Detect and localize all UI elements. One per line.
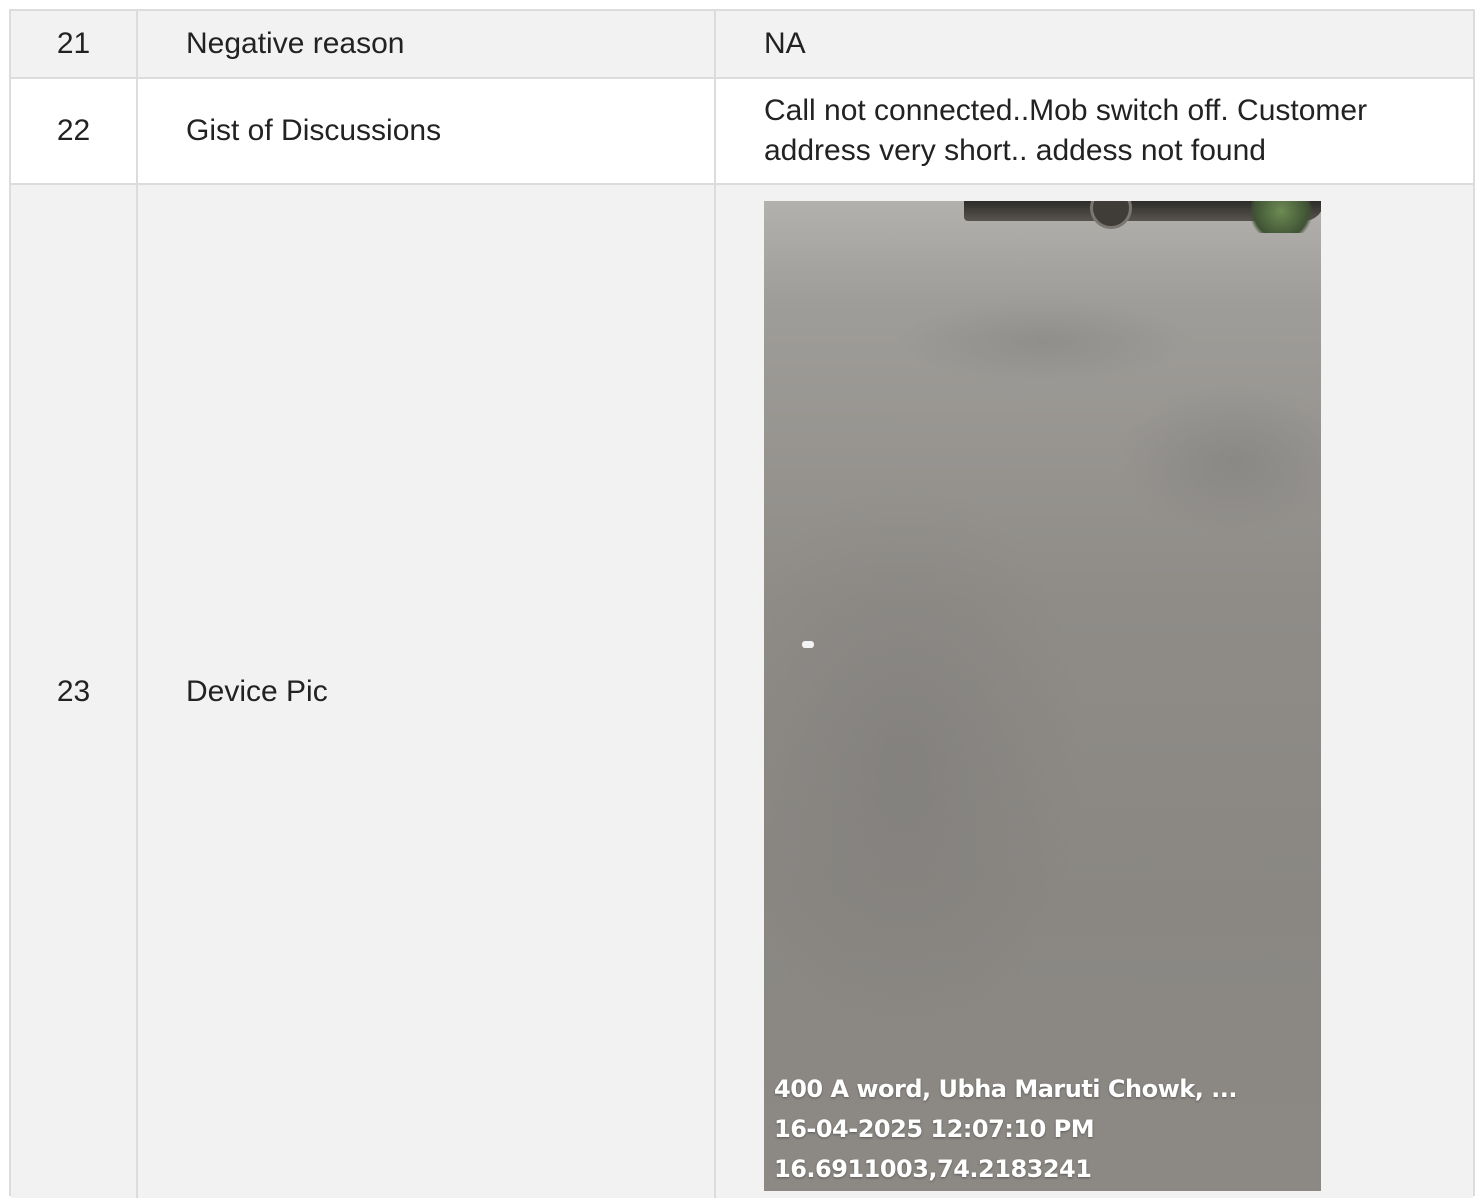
photo-leaves-shape bbox=[1251, 201, 1321, 233]
row-number: 23 bbox=[11, 185, 138, 1198]
field-label: Gist of Discussions bbox=[138, 79, 716, 183]
details-table: 21 Negative reason NA 22 Gist of Discuss… bbox=[9, 9, 1475, 1198]
photo-caption-coords: 16.6911003,74.2183241 bbox=[774, 1155, 1092, 1183]
photo-caption-datetime: 16-04-2025 12:07:10 PM bbox=[774, 1115, 1095, 1143]
table-row: 23 Device Pic 400 A word, Ubha Maruti Ch… bbox=[11, 185, 1473, 1198]
field-label: Negative reason bbox=[138, 11, 716, 77]
field-value: Call not connected..Mob switch off. Cust… bbox=[764, 94, 1368, 167]
row-number: 22 bbox=[11, 79, 138, 183]
photo-debris-shape bbox=[802, 641, 814, 648]
row-number: 21 bbox=[11, 11, 138, 77]
field-label: Device Pic bbox=[138, 185, 716, 1198]
table-row: 21 Negative reason NA bbox=[11, 11, 1473, 79]
field-value: 400 A word, Ubha Maruti Chowk, ... 16-04… bbox=[716, 185, 1473, 1198]
photo-caption-address: 400 A word, Ubha Maruti Chowk, ... bbox=[774, 1075, 1238, 1103]
device-photo[interactable]: 400 A word, Ubha Maruti Chowk, ... 16-04… bbox=[764, 201, 1321, 1191]
photo-geotag-caption: 400 A word, Ubha Maruti Chowk, ... 16-04… bbox=[774, 1069, 1238, 1189]
table-row: 22 Gist of Discussions Call not connecte… bbox=[11, 79, 1473, 185]
photo-wheel-shape bbox=[1090, 201, 1132, 229]
field-value: NA bbox=[764, 27, 806, 60]
